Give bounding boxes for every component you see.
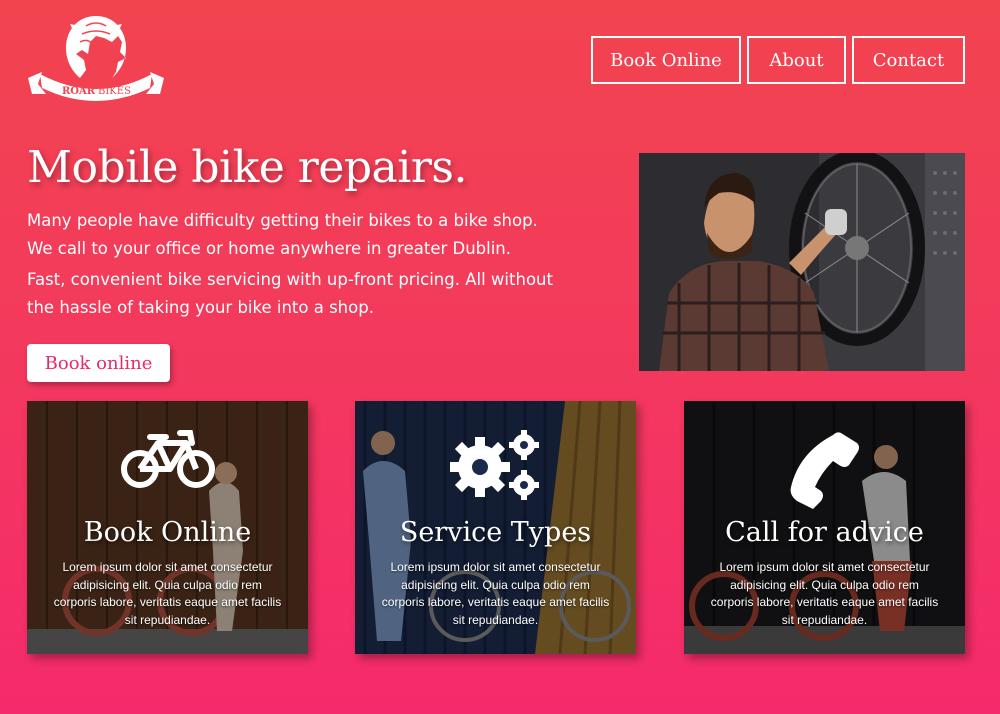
book-online-cta-button[interactable]: Book online: [27, 344, 170, 382]
bicycle-icon: [120, 430, 215, 488]
hero-paragraph-2: Fast, convenient bike servicing with up-…: [27, 270, 553, 317]
card-book-online[interactable]: Book Online Lorem ipsum dolor sit amet c…: [27, 401, 308, 654]
logo-text-bikes: BIKES: [98, 86, 131, 97]
hero-photo: [639, 153, 965, 371]
hero-paragraph-1: Many people have difficulty getting thei…: [27, 211, 538, 258]
hero-title: Mobile bike repairs.: [27, 142, 467, 193]
card-description: Lorem ipsum dolor sit amet consectetur a…: [710, 560, 939, 627]
card-description: Lorem ipsum dolor sit amet consectetur a…: [53, 560, 282, 627]
phone-icon: [790, 432, 859, 509]
card-title: Book Online: [83, 517, 252, 548]
nav-book-online-button[interactable]: Book Online: [591, 36, 741, 84]
card-call-for-advice[interactable]: Call for advice Lorem ipsum dolor sit am…: [684, 401, 965, 654]
card-title: Call for advice: [725, 517, 924, 548]
mechanic-photo-image: [639, 153, 965, 371]
nav-contact-button[interactable]: Contact: [852, 36, 965, 84]
lion-logo-icon: ROAR BIKES: [28, 16, 164, 101]
gears-icon: [449, 430, 539, 500]
main-nav: Book Online About Contact: [591, 36, 965, 84]
card-title: Service Types: [399, 517, 592, 548]
card-description: Lorem ipsum dolor sit amet consectetur a…: [381, 560, 610, 627]
nav-about-button[interactable]: About: [747, 36, 846, 84]
logo-text-roar: ROAR: [62, 86, 96, 97]
roar-bikes-logo[interactable]: ROAR BIKES: [26, 12, 166, 104]
card-service-types[interactable]: Service Types Lorem ipsum dolor sit amet…: [355, 401, 636, 654]
